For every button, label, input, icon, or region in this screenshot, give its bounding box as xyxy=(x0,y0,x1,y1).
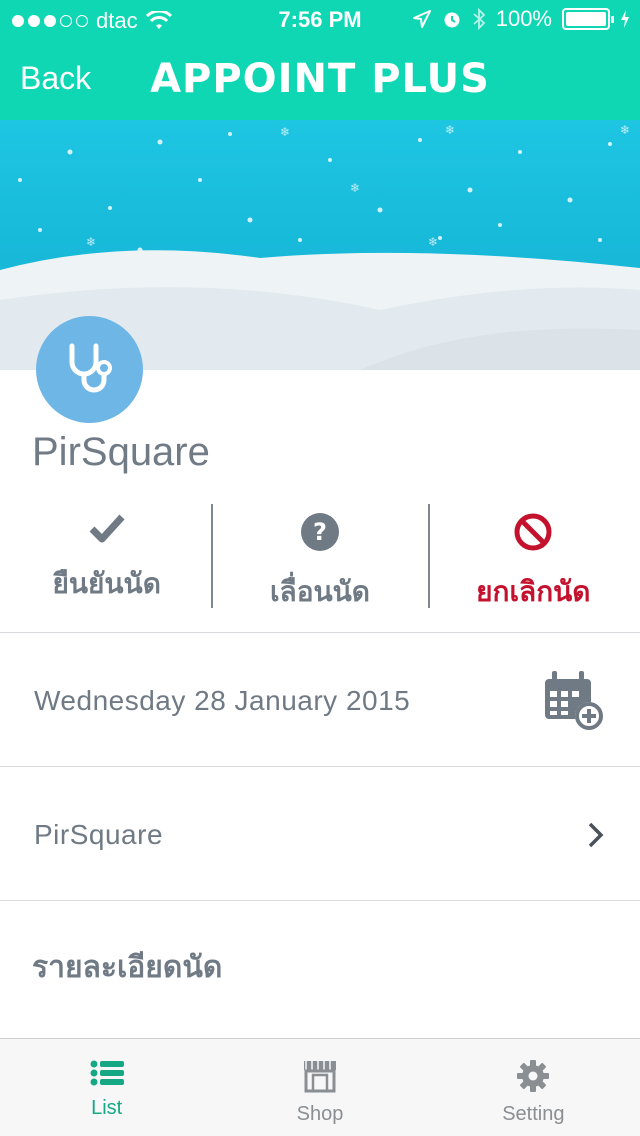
tab-setting-label: Setting xyxy=(502,1103,565,1125)
stethoscope-icon xyxy=(69,343,112,392)
shop-icon xyxy=(303,1061,336,1093)
navigation-bar: dtac 7:56 PM 100% Back APPOINT PLUS xyxy=(0,0,640,120)
tab-list[interactable]: List xyxy=(0,1039,213,1136)
svg-text:?: ? xyxy=(313,518,327,546)
prohibit-icon xyxy=(514,513,552,551)
question-icon: ? xyxy=(300,513,339,551)
gear-icon xyxy=(517,1060,550,1092)
cancel-appointment-button[interactable]: ยกเลิกนัด xyxy=(427,498,640,616)
svg-text:❄: ❄ xyxy=(86,235,96,249)
calendar-add-icon xyxy=(545,670,603,730)
tab-shop[interactable]: Shop xyxy=(213,1039,426,1136)
battery-percent: 100% xyxy=(495,6,552,31)
appointment-actions: ยืนยันนัด ? เลื่อนนัด ยกเลิกนัด xyxy=(0,498,640,616)
divider xyxy=(0,632,640,633)
bluetooth-icon xyxy=(473,8,486,30)
tab-bar: List Shop Setting xyxy=(0,1038,640,1136)
postpone-label: เลื่อนนัด xyxy=(269,575,370,608)
shop-link-label: PirSquare xyxy=(34,818,164,850)
divider xyxy=(0,766,640,767)
location-arrow-icon xyxy=(412,10,431,28)
alarm-icon xyxy=(444,12,460,28)
status-bar: dtac 7:56 PM 100% xyxy=(0,0,640,40)
tab-setting[interactable]: Setting xyxy=(427,1039,640,1136)
battery-icon xyxy=(562,8,614,30)
tab-list-label: List xyxy=(91,1097,123,1119)
svg-text:❄: ❄ xyxy=(445,123,455,137)
action-divider xyxy=(428,504,430,608)
confirm-label: ยืนยันนัด xyxy=(52,567,161,600)
svg-text:❄: ❄ xyxy=(620,123,630,137)
list-icon xyxy=(90,1060,124,1086)
appointment-date: Wednesday 28 January 2015 xyxy=(34,684,411,716)
svg-text:❄: ❄ xyxy=(280,125,290,139)
tab-shop-label: Shop xyxy=(296,1103,344,1125)
appointment-details-heading: รายละเอียดนัด xyxy=(32,950,223,985)
cancel-label: ยกเลิกนัด xyxy=(476,575,591,608)
chevron-right-icon xyxy=(542,803,606,867)
svg-text:❄: ❄ xyxy=(428,235,438,249)
shop-link-row[interactable]: PirSquare xyxy=(0,768,640,901)
shop-avatar xyxy=(36,316,143,423)
status-right: 100% xyxy=(412,6,630,32)
divider xyxy=(0,900,640,901)
action-divider xyxy=(211,504,213,608)
confirm-appointment-button[interactable]: ยืนยันนัด xyxy=(0,498,213,616)
appointment-date-row[interactable]: Wednesday 28 January 2015 xyxy=(0,634,640,767)
shop-name: PirSquare xyxy=(32,430,210,474)
app-title: APPOINT PLUS xyxy=(150,56,490,102)
postpone-appointment-button[interactable]: ? เลื่อนนัด xyxy=(213,498,426,616)
charging-icon xyxy=(621,10,629,28)
checkmark-icon xyxy=(89,514,125,543)
svg-text:❄: ❄ xyxy=(350,181,360,195)
add-to-calendar-button[interactable] xyxy=(542,669,606,733)
